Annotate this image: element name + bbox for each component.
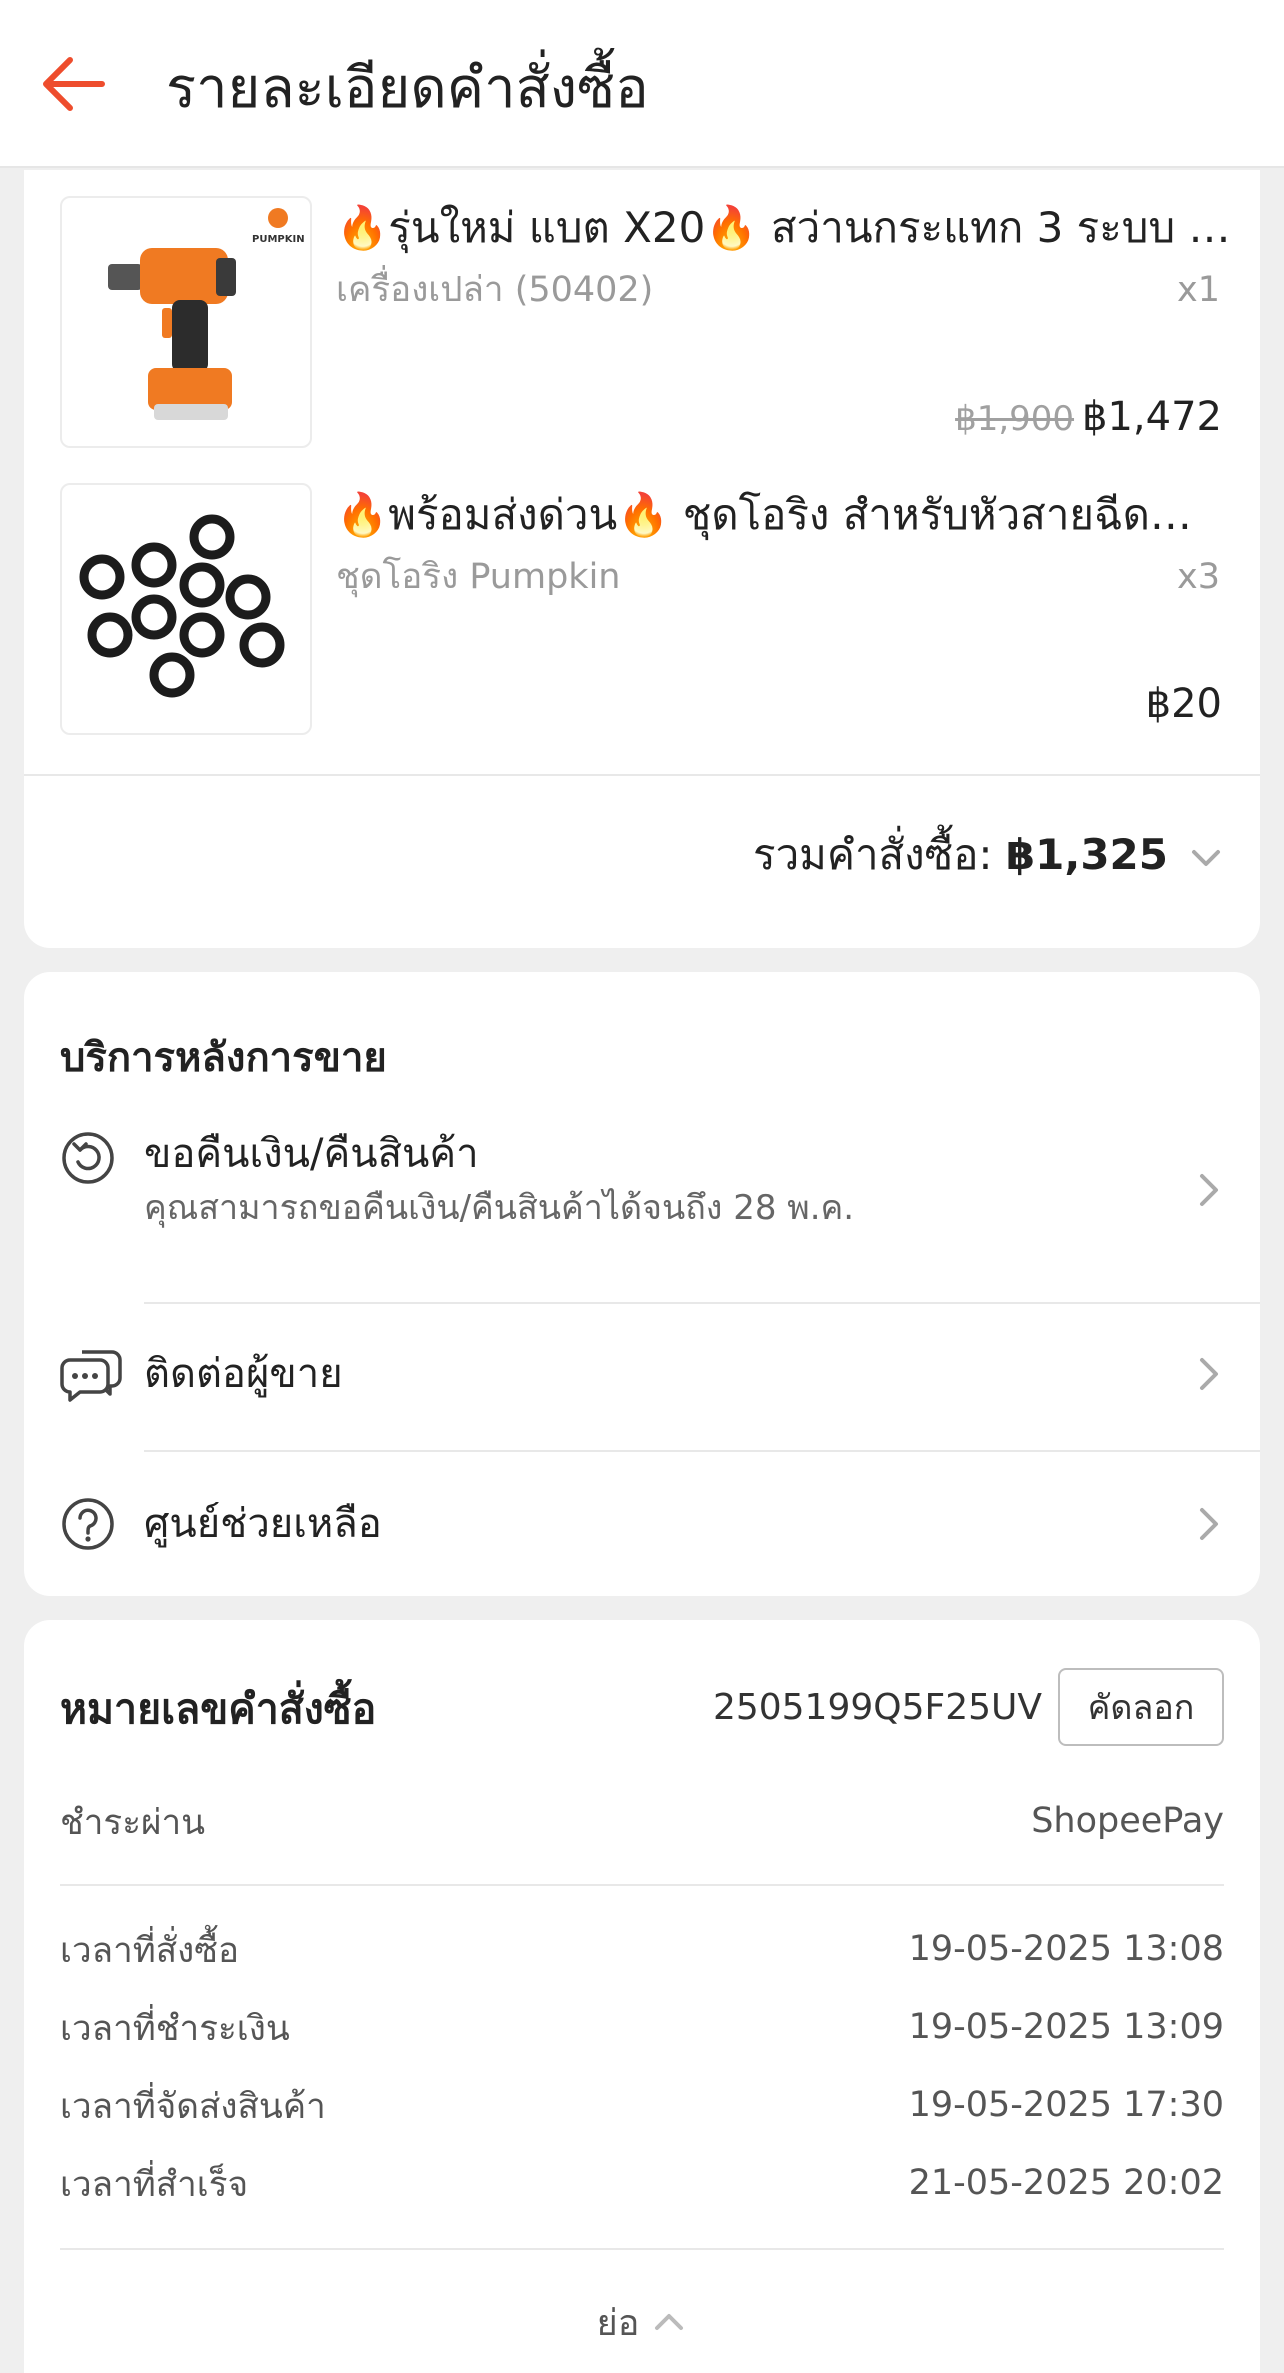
- order-total: รวมคำสั่งซื้อ: ฿1,325: [753, 826, 1168, 884]
- contact-seller-row[interactable]: ติดต่อผู้ขาย: [24, 1324, 1260, 1428]
- product-price-group: ฿20: [1146, 677, 1222, 731]
- chevron-up-icon: [655, 2314, 684, 2330]
- product-name: 🔥พร้อมส่งด่วน🔥 ชุดโอริง สำหรับหัวสายฉีดน…: [336, 490, 1236, 539]
- help-icon: [62, 1498, 114, 1550]
- product-price: ฿20: [1145, 681, 1222, 727]
- divider: [60, 2248, 1224, 2250]
- expand-total-button[interactable]: [1186, 838, 1226, 878]
- order-number-label: หมายเลขคำสั่งซื้อ: [60, 1685, 377, 1733]
- return-icon: [62, 1132, 114, 1184]
- product-quantity: x3: [1177, 557, 1220, 597]
- order-total-amount: ฿1,325: [1005, 830, 1168, 879]
- divider: [144, 1302, 1260, 1304]
- svc-item-label: ศูนย์ช่วยเหลือ: [144, 1501, 382, 1547]
- product-thumbnail: [60, 483, 312, 735]
- complete-time-label: เวลาที่สำเร็จ: [60, 2165, 249, 2205]
- section-title: บริการหลังการขาย: [60, 1035, 387, 1081]
- order-number-value: 2505199Q5F25UV: [712, 1687, 1042, 1728]
- complete-time-value: 21-05-2025 20:02: [908, 2163, 1224, 2203]
- back-button[interactable]: [38, 52, 110, 116]
- product-item[interactable]: PUMPKIN 🔥รุ่นใหม่ แบต X20🔥 สว่านกระแทก 3…: [24, 196, 1260, 452]
- chevron-right-icon: [1200, 1508, 1218, 1540]
- svc-item-subtext: คุณสามารถขอคืนเงิน/คืนสินค้าได้จนถึง 28 …: [144, 1188, 855, 1228]
- product-variant: เครื่องเปล่า (50402): [336, 270, 654, 310]
- product-quantity: x1: [1177, 270, 1220, 310]
- order-time-label: เวลาที่สั่งซื้อ: [60, 1931, 240, 1971]
- collapse-label: ย่อ: [596, 2302, 640, 2344]
- payment-method-value: ShopeePay: [1031, 1801, 1224, 1841]
- order-total-label: รวมคำสั่งซื้อ:: [753, 830, 993, 879]
- ship-time-value: 19-05-2025 17:30: [908, 2085, 1224, 2125]
- return-refund-row[interactable]: ขอคืนเงิน/คืนสินค้า คุณสามารถขอคืนเงิน/ค…: [24, 1122, 1260, 1282]
- help-center-row[interactable]: ศูนย์ช่วยเหลือ: [24, 1472, 1260, 1576]
- product-price-group: ฿1,900 ฿1,472: [955, 390, 1222, 446]
- product-item[interactable]: 🔥พร้อมส่งด่วน🔥 ชุดโอริง สำหรับหัวสายฉีดน…: [24, 483, 1260, 739]
- product-thumbnail: PUMPKIN: [60, 196, 312, 448]
- chevron-down-icon: [1192, 850, 1220, 866]
- divider: [24, 774, 1260, 776]
- page-title: รายละเอียดคำสั่งซื้อ: [166, 56, 649, 121]
- chevron-right-icon: [1200, 1358, 1218, 1390]
- app-header: รายละเอียดคำสั่งซื้อ: [0, 0, 1284, 168]
- drill-image: PUMPKIN: [108, 208, 305, 420]
- divider: [144, 1450, 1260, 1452]
- products-card: PUMPKIN 🔥รุ่นใหม่ แบต X20🔥 สว่านกระแทก 3…: [24, 170, 1260, 948]
- payment-time-value: 19-05-2025 13:09: [908, 2007, 1224, 2047]
- product-price: ฿1,472: [1082, 394, 1222, 440]
- divider: [60, 1884, 1224, 1886]
- collapse-button[interactable]: ย่อ: [24, 2290, 1260, 2354]
- copy-button[interactable]: คัดลอก: [1058, 1668, 1224, 1746]
- ship-time-label: เวลาที่จัดส่งสินค้า: [60, 2087, 326, 2127]
- arrow-left-icon: [43, 57, 105, 111]
- payment-method-label: ชำระผ่าน: [60, 1803, 206, 1843]
- after-sales-card: บริการหลังการขาย ขอคืนเงิน/คืนสินค้า คุณ…: [24, 972, 1260, 1596]
- payment-time-label: เวลาที่ชำระเงิน: [60, 2009, 290, 2049]
- o-ring-image: [79, 514, 285, 698]
- product-original-price: ฿1,900: [955, 399, 1075, 439]
- order-time-value: 19-05-2025 13:08: [908, 1929, 1224, 1969]
- brand-logo-text: PUMPKIN: [252, 234, 305, 245]
- chevron-right-icon: [1200, 1174, 1218, 1206]
- product-name: 🔥รุ่นใหม่ แบต X20🔥 สว่านกระแทก 3 ระบบ /.…: [336, 203, 1236, 252]
- svc-item-label: ติดต่อผู้ขาย: [144, 1351, 343, 1397]
- svc-item-label: ขอคืนเงิน/คืนสินค้า: [144, 1131, 479, 1177]
- order-info-card: หมายเลขคำสั่งซื้อ 2505199Q5F25UV คัดลอก …: [24, 1620, 1260, 2373]
- product-variant: ชุดโอริง Pumpkin: [336, 557, 621, 597]
- chat-icon: [60, 1350, 122, 1402]
